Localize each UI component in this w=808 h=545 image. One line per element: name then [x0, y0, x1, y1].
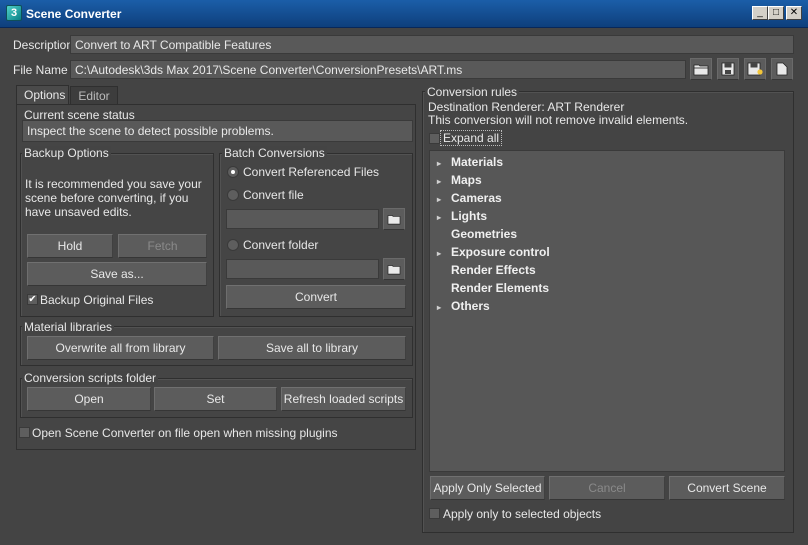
rule-tree-item-label: Materials — [451, 155, 504, 169]
convert-referenced-radio[interactable] — [227, 166, 239, 178]
save-as-icon — [747, 62, 763, 76]
folder-icon — [387, 265, 401, 275]
save-as-preset-button[interactable] — [744, 58, 766, 80]
close-icon[interactable]: ✕ — [786, 6, 802, 20]
filename-field[interactable]: C:\Autodesk\3ds Max 2017\Scene Converter… — [70, 60, 686, 79]
rule-tree-item[interactable]: ▸ Others — [437, 297, 490, 315]
window-title: Scene Converter — [26, 7, 122, 21]
rule-tree-item-label: Geometries — [451, 227, 518, 241]
description-field[interactable]: Convert to ART Compatible Features — [70, 35, 794, 54]
rule-tree-item-label: Others — [451, 299, 490, 313]
rule-tree-item[interactable]: ▸ Cameras — [437, 189, 502, 207]
open-on-missing-plugins-checkbox[interactable] — [19, 427, 30, 438]
folder-icon — [693, 64, 709, 76]
new-file-icon — [776, 62, 788, 76]
save-disk-icon — [721, 62, 735, 76]
save-preset-button[interactable] — [717, 58, 739, 80]
convert-file-radio[interactable] — [227, 189, 239, 201]
rule-tree-item-label: Cameras — [451, 191, 502, 205]
convert-file-label: Convert file — [243, 188, 304, 202]
fetch-button[interactable]: Fetch — [118, 234, 207, 258]
rule-tree-item-label: Exposure control — [451, 245, 550, 259]
hold-button[interactable]: Hold — [27, 234, 113, 258]
backup-options-title: Backup Options — [22, 146, 111, 160]
tab-options[interactable]: Options — [16, 85, 69, 105]
apply-selected-objects-checkbox[interactable] — [429, 508, 440, 519]
save-as-button[interactable]: Save as... — [27, 262, 207, 286]
conversion-rules-tree[interactable]: ▸ Materials ▸ Maps ▸ Cameras ▸ Lights Geometries… — [429, 150, 785, 472]
maximize-icon[interactable]: □ — [768, 6, 784, 20]
scene-status-message: Inspect the scene to detect possible pro… — [22, 120, 413, 142]
tab-editor[interactable]: Editor — [70, 86, 118, 106]
apply-selected-objects-label: Apply only to selected objects — [443, 507, 602, 521]
browse-folder-button[interactable] — [383, 258, 405, 280]
description-label: Description — [13, 38, 74, 52]
conversion-rules-title: Conversion rules — [425, 85, 520, 99]
convert-folder-label: Convert folder — [243, 238, 319, 252]
conversion-scripts-title: Conversion scripts folder — [22, 371, 159, 385]
set-scripts-folder-button[interactable]: Set — [154, 387, 277, 411]
expand-all-checkbox[interactable] — [429, 133, 440, 144]
rule-tree-item[interactable]: ▸ Maps — [437, 171, 482, 189]
rule-tree-item-label: Render Elements — [451, 281, 550, 295]
convert-scene-button[interactable]: Convert Scene — [669, 476, 785, 500]
rule-tree-item-label: Render Effects — [451, 263, 536, 277]
conversion-note-text: This conversion will not remove invalid … — [428, 113, 689, 127]
destination-renderer-text: Destination Renderer: ART Renderer — [428, 100, 625, 114]
apply-only-selected-button[interactable]: Apply Only Selected — [430, 476, 545, 500]
new-preset-button[interactable] — [771, 58, 793, 80]
cancel-button[interactable]: Cancel — [549, 476, 665, 500]
convert-folder-path-input[interactable] — [226, 259, 379, 279]
backup-original-checkbox[interactable]: ✔ — [27, 294, 38, 305]
rule-tree-item[interactable]: Render Elements — [437, 279, 549, 297]
folder-icon — [387, 215, 401, 225]
minimize-icon[interactable]: _ — [752, 6, 768, 20]
rule-tree-item[interactable]: Geometries — [437, 225, 517, 243]
rule-tree-item-label: Maps — [451, 173, 482, 187]
backup-original-label: Backup Original Files — [40, 293, 154, 307]
expand-arrow-icon[interactable]: ▸ — [437, 299, 451, 317]
overwrite-from-library-button[interactable]: Overwrite all from library — [27, 336, 214, 360]
save-all-to-library-button[interactable]: Save all to library — [218, 336, 406, 360]
open-preset-button[interactable] — [690, 58, 712, 80]
convert-folder-radio[interactable] — [227, 239, 239, 251]
refresh-scripts-button[interactable]: Refresh loaded scripts — [281, 387, 406, 411]
app-logo-icon: 3 — [6, 5, 22, 21]
title-bar[interactable]: 3 Scene Converter _ □ ✕ — [0, 0, 808, 28]
rule-tree-item[interactable]: ▸ Lights — [437, 207, 487, 225]
batch-convert-button[interactable]: Convert — [226, 285, 406, 309]
material-libraries-title: Material libraries — [22, 320, 115, 334]
open-on-missing-plugins-label: Open Scene Converter on file open when m… — [32, 426, 338, 440]
backup-recommendation-text: It is recommended you save your scene be… — [25, 177, 202, 219]
batch-conversions-title: Batch Conversions — [222, 146, 327, 160]
convert-referenced-label: Convert Referenced Files — [243, 165, 380, 179]
rule-tree-item[interactable]: ▸ Exposure control — [437, 243, 550, 261]
rule-tree-item-label: Lights — [451, 209, 487, 223]
filename-label: File Name — [13, 63, 68, 77]
expand-all-label: Expand all — [440, 130, 503, 146]
browse-file-button[interactable] — [383, 208, 405, 230]
rule-tree-item[interactable]: ▸ Materials — [437, 153, 503, 171]
convert-file-path-input[interactable] — [226, 209, 379, 229]
rule-tree-item[interactable]: Render Effects — [437, 261, 536, 279]
open-scripts-folder-button[interactable]: Open — [27, 387, 151, 411]
